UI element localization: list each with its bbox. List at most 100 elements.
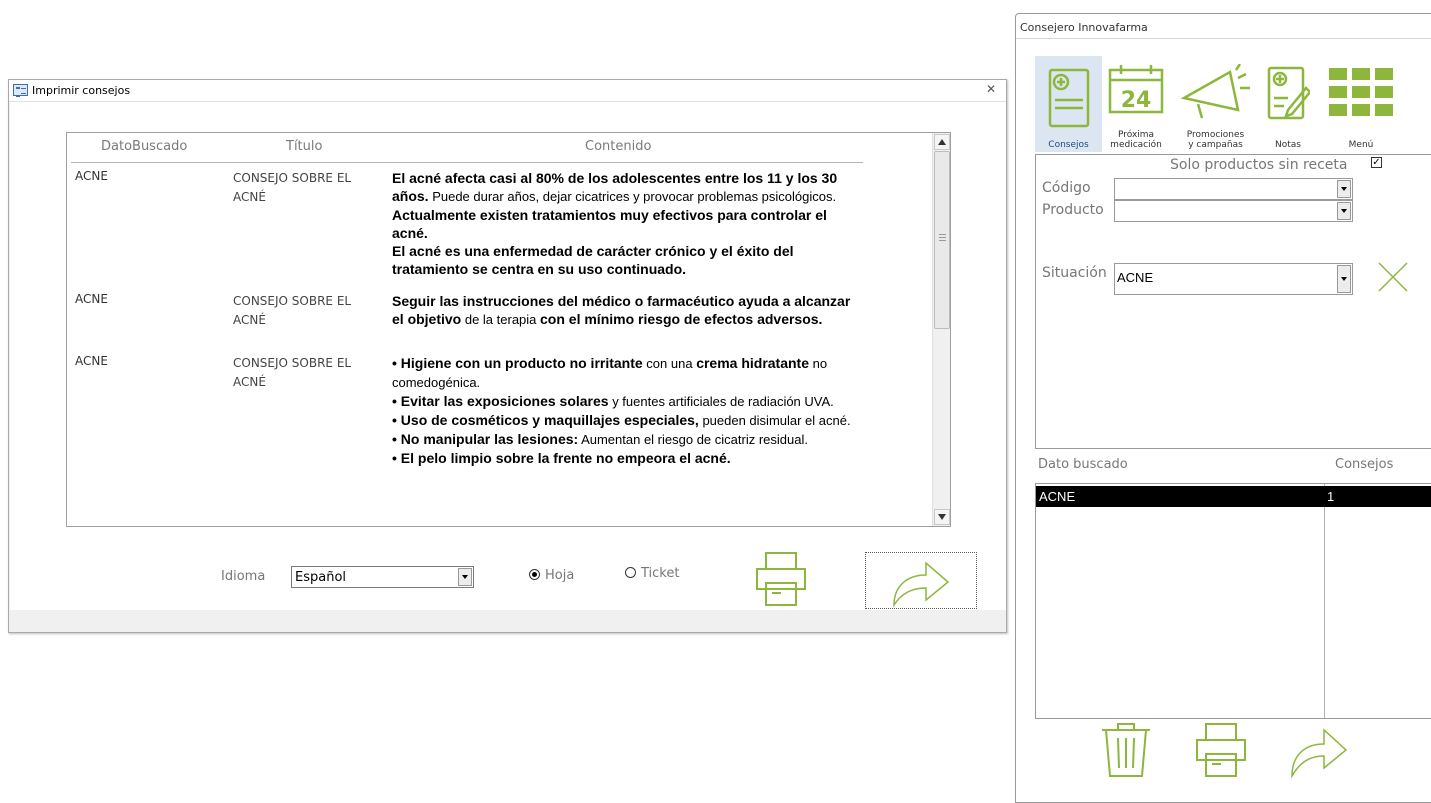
delete-button[interactable] <box>1100 722 1152 783</box>
toolbar-label: Próxima medicación <box>1104 130 1168 150</box>
situacion-value: ACNE <box>1117 270 1154 285</box>
printer-icon <box>1196 723 1246 777</box>
scroll-up-icon[interactable] <box>934 134 950 150</box>
content-text: Actualmente existen tratamientos muy efe… <box>392 207 827 241</box>
toolbar-proxima-medicacion-button[interactable]: 24 Próxima medicación <box>1104 56 1168 152</box>
toolbar-promociones-button[interactable]: Promociones y campañas <box>1177 56 1254 152</box>
situacion-select[interactable]: ACNE <box>1114 263 1353 295</box>
forward-button[interactable] <box>865 552 977 609</box>
close-icon[interactable]: ✕ <box>985 83 997 95</box>
codigo-input[interactable] <box>1114 178 1353 200</box>
form-icon <box>13 84 28 97</box>
forward-button[interactable] <box>1288 722 1350 783</box>
radio-ticket-label: Ticket <box>641 566 680 581</box>
print-advice-window: Imprimir consejos ✕ DatoBuscado Título C… <box>8 79 1007 633</box>
content-text: y fuentes artificiales de radiación UVA. <box>608 394 834 409</box>
content-text: con una <box>642 356 697 371</box>
toolbar-label: Promociones y campañas <box>1177 130 1254 150</box>
calendar-icon: 24 <box>1108 65 1164 114</box>
list-header-consejos: Consejos <box>1335 457 1394 472</box>
header-divider <box>71 162 863 163</box>
grip-icon <box>939 234 946 241</box>
calendar-day: 24 <box>1121 88 1152 113</box>
language-value: Español <box>295 570 347 585</box>
chevron-down-icon[interactable] <box>458 568 472 586</box>
cell-dato: ACNE <box>75 292 108 306</box>
toolbar-label: Consejos <box>1048 140 1089 150</box>
content-text: • Uso de cosméticos y maquillajes especi… <box>392 412 699 428</box>
window-title: Imprimir consejos <box>32 84 131 97</box>
list-cell-consejos: 1 <box>1327 489 1335 504</box>
content-text: • El pelo limpio sobre la frente no empe… <box>392 450 731 466</box>
cell-titulo: CONSEJO SOBRE EL ACNÉ <box>233 294 352 327</box>
column-divider <box>1324 484 1325 718</box>
radio-hoja-label: Hoja <box>545 568 575 583</box>
content-text: Aumentan el riesgo de cicatriz residual. <box>578 432 808 447</box>
window-titlebar[interactable]: Imprimir consejos ✕ <box>9 80 1006 102</box>
chevron-down-icon[interactable] <box>1337 265 1351 293</box>
toolbar-label: Notas <box>1275 140 1301 150</box>
promo-label-2: y campañas <box>1188 140 1243 150</box>
content-text: pueden disimular el acné. <box>698 413 851 428</box>
toolbar-menu-button[interactable]: Menú <box>1321 56 1401 152</box>
language-select[interactable]: Español <box>291 566 474 588</box>
language-label: Idioma <box>221 569 266 584</box>
solo-sin-receta-label: Solo productos sin receta <box>1170 157 1348 173</box>
producto-label: Producto <box>1042 202 1104 218</box>
scroll-down-icon[interactable] <box>934 509 950 525</box>
window-title: Consejero Innovafarma <box>1020 21 1148 34</box>
radio-hoja[interactable]: Hoja <box>529 568 574 583</box>
chevron-down-icon[interactable] <box>1337 180 1351 198</box>
forward-arrow-icon <box>1291 728 1348 779</box>
content-text: • Evitar las exposiciones solares <box>392 393 609 409</box>
content-text: • No manipular las lesiones: <box>392 431 579 447</box>
column-header-contenido: Contenido <box>585 139 652 154</box>
radio-unselected-icon <box>625 567 636 578</box>
toolbar-consejos-button[interactable]: Consejos <box>1035 56 1102 152</box>
title-divider <box>1016 38 1431 39</box>
printer-icon <box>756 552 806 606</box>
cell-contenido: El acné afecta casi al 80% de los adoles… <box>392 169 862 278</box>
codigo-label: Código <box>1042 180 1091 196</box>
print-button[interactable] <box>1194 722 1250 783</box>
search-panel: Solo productos sin receta ✓ Código Produ… <box>1035 154 1431 449</box>
list-cell-dato: ACNE <box>1039 489 1076 504</box>
solo-sin-receta-checkbox[interactable]: ✓ <box>1371 157 1382 168</box>
grid-menu-icon <box>1329 68 1393 116</box>
radio-ticket[interactable]: Ticket <box>625 566 679 581</box>
content-text: • Higiene con un producto no irritante <box>392 355 643 371</box>
megaphone-icon <box>1180 64 1250 119</box>
column-header-dato: DatoBuscado <box>101 139 188 154</box>
list-header-dato: Dato buscado <box>1038 457 1128 472</box>
situacion-label: Situación <box>1042 265 1107 281</box>
clear-icon[interactable] <box>1377 261 1409 293</box>
cell-contenido: • Higiene con un producto no irritante c… <box>392 354 862 467</box>
proxima-label-2: medicación <box>1110 140 1162 150</box>
cell-titulo: CONSEJO SOBRE EL ACNÉ <box>233 171 352 204</box>
forward-arrow-icon <box>893 561 950 608</box>
cell-dato: ACNE <box>75 169 108 183</box>
content-text: El acné es una enfermedad de carácter cr… <box>392 243 794 277</box>
column-header-titulo: Título <box>286 139 323 154</box>
toolbar-label: Menú <box>1348 140 1374 150</box>
clipboard-plus-icon <box>1048 68 1089 128</box>
scroll-thumb[interactable] <box>934 151 950 329</box>
list-row[interactable]: ACNE 1 <box>1036 486 1431 507</box>
vertical-scrollbar[interactable] <box>932 133 950 526</box>
cell-contenido: Seguir las instrucciones del médico o fa… <box>392 292 862 329</box>
content-text: crema hidratante <box>696 355 810 371</box>
content-text: de la terapia <box>461 312 541 327</box>
window-body: DatoBuscado Título Contenido ACNE CONSEJ… <box>10 102 1006 610</box>
trash-icon <box>1102 723 1150 777</box>
content-text: Puede durar años, dejar cicatrices y pro… <box>428 189 837 204</box>
toolbar-notas-button[interactable]: Notas <box>1262 56 1314 152</box>
chevron-down-icon[interactable] <box>1337 202 1351 220</box>
advice-table: DatoBuscado Título Contenido ACNE CONSEJ… <box>66 132 951 527</box>
print-button[interactable] <box>754 551 810 607</box>
cell-titulo: CONSEJO SOBRE EL ACNÉ <box>233 356 352 389</box>
producto-input[interactable] <box>1114 200 1353 222</box>
proxima-label-1: Próxima <box>1117 130 1155 140</box>
promo-label-1: Promociones <box>1186 130 1245 140</box>
advisor-window: Consejero Innovafarma Consejos 24 Próxim… <box>1015 13 1431 803</box>
cell-dato: ACNE <box>75 354 108 368</box>
